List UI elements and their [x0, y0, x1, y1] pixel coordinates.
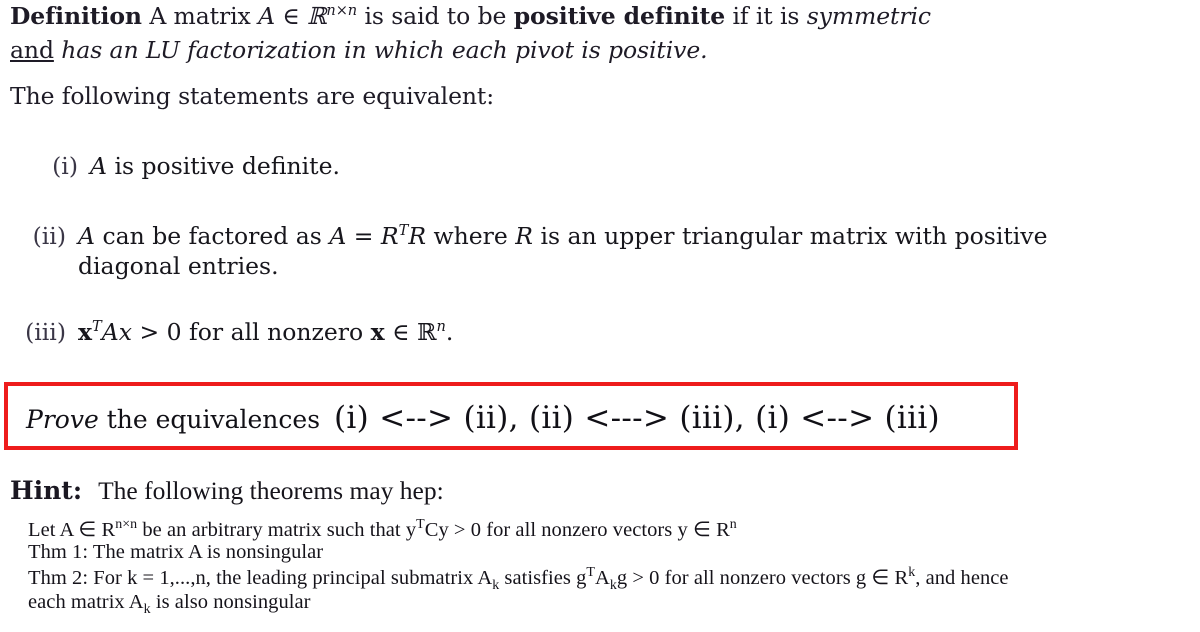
statement-i-body: A is positive definite. — [90, 152, 340, 180]
prove-equivalences-list: (i) <--> (ii), (ii) <---> (iii), (i) <--… — [334, 400, 940, 436]
hint-label: Hint: — [10, 476, 83, 505]
statement-iii-Ax: Ax — [101, 318, 132, 346]
hint-l3-sub2: k — [609, 578, 617, 594]
statement-iii-transpose: T — [92, 318, 102, 336]
prove-instruction-text: Prove the equivalences (i) <--> (ii), (ii… — [26, 400, 940, 436]
definition-line1-italic: symmetric — [806, 2, 931, 30]
statement-ii-number: (ii) — [32, 222, 66, 250]
statement-ii-math3: R — [515, 222, 533, 250]
hint-l1-sup3: n — [729, 517, 737, 533]
statement-iii-text-a: > 0 for all nonzero — [131, 318, 371, 346]
statement-i-number: (i) — [52, 152, 78, 180]
hint-l1-b: be an arbitrary matrix such that y — [137, 519, 417, 541]
hint-heading: The following theorems may hep: — [98, 476, 444, 505]
hint-line-thm2: Thm 2: For k = 1,...,n, the leading prin… — [28, 565, 1009, 594]
hint-l1-a: Let A ∈ R — [28, 519, 116, 541]
definition-line-1: Definition A matrix A ∈ ℝn×n is said to … — [10, 2, 931, 30]
hint-l1-c: Cy > 0 for all nonzero vectors y ∈ R — [424, 519, 730, 541]
prove-lead-rest: the equivalences — [98, 405, 321, 434]
statement-ii-symbol: A — [78, 222, 95, 250]
hint-l3-e: , and hence — [915, 567, 1009, 589]
statement-ii-line1: A can be factored as A = RTR where R is … — [78, 222, 1048, 250]
statement-iii-number: (iii) — [25, 318, 66, 346]
hint-l1-sup: n×n — [115, 517, 138, 533]
statement-i-symbol: A — [90, 152, 107, 180]
definition-line1-bold: positive definite — [513, 2, 726, 30]
statement-ii-math2: R — [408, 222, 427, 250]
hint-l3-d: g > 0 for all nonzero vectors g ∈ R — [616, 567, 909, 589]
hint-l3-c: A — [594, 567, 610, 589]
prove-instruction-box: Prove the equivalences (i) <--> (ii), (ii… — [4, 382, 1018, 450]
definition-line1-c: if it is — [725, 2, 807, 30]
hint-line-premise: Let A ∈ Rn×n be an arbitrary matrix such… — [28, 517, 737, 542]
hint-l1-sup2: T — [416, 517, 425, 533]
statement-iii-text-b: ∈ ℝ — [384, 318, 437, 346]
hint-l3-a: Thm 2: For k = 1,...,n, the leading prin… — [28, 567, 493, 589]
hint-heading-row: Hint: The following theorems may hep: — [10, 476, 444, 506]
hint-l4-b: is also nonsingular — [150, 591, 311, 613]
statement-ii-text-d: is an upper triangular matrix with posit… — [532, 222, 1048, 250]
definition-line1-exponent: n×n — [326, 2, 358, 20]
definition-line-2: and has an LU factorization in which eac… — [10, 36, 708, 64]
definition-line2-underline: and — [10, 36, 54, 64]
definition-line1-b: is said to be — [357, 2, 514, 30]
statement-iii-exponent: n — [436, 318, 446, 336]
statement-iii-vector-x: x — [78, 318, 93, 346]
statement-iii-text-c: . — [445, 318, 454, 346]
statement-ii-math: A = R — [329, 222, 399, 250]
prove-keyword: Prove — [26, 405, 99, 434]
hint-line-thm2-cont: each matrix Ak is also nonsingular — [28, 591, 311, 618]
hint-line-thm1: Thm 1: The matrix A is nonsingular — [28, 541, 324, 563]
statement-ii-transpose: T — [398, 222, 409, 240]
statement-ii-text-b: can be factored as — [94, 222, 330, 250]
definition-line1-a: A matrix — [149, 2, 259, 30]
hint-l3-sup: T — [586, 565, 595, 581]
hint-l3-b: satisfies g — [499, 567, 587, 589]
statement-ii-line2: diagonal entries. — [78, 252, 279, 280]
statement-ii-text-c: where — [426, 222, 516, 250]
definition-line2-italic: has an LU factorization in which each pi… — [53, 36, 708, 64]
hint-l4-a: each matrix A — [28, 591, 144, 613]
definition-line1-math: A ∈ ℝ — [258, 2, 327, 30]
statement-iii-body: xTAx > 0 for all nonzero x ∈ ℝn. — [78, 318, 453, 346]
statement-i-text: is positive definite. — [106, 152, 340, 180]
equivalence-intro: The following statements are equivalent: — [10, 82, 495, 110]
hint-l4-sub: k — [143, 602, 151, 618]
statement-iii-vector-x2: x — [370, 318, 385, 346]
definition-label: Definition — [10, 2, 142, 30]
